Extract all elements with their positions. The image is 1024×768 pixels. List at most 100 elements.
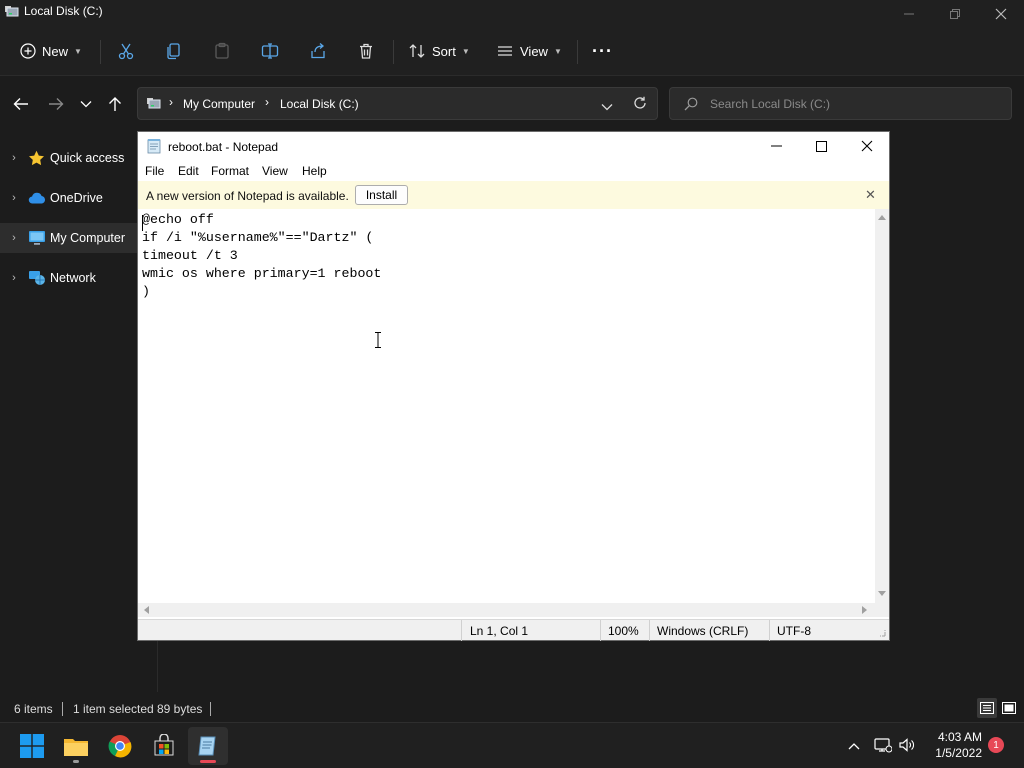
- breadcrumb-my-computer[interactable]: My Computer: [183, 97, 255, 111]
- sidebar-item-quick-access[interactable]: › Quick access: [0, 143, 157, 173]
- chevron-right-icon[interactable]: ›: [0, 192, 28, 204]
- more-options-button[interactable]: ···: [592, 36, 613, 66]
- chrome-icon: [108, 735, 132, 758]
- chevron-up-icon: [848, 743, 860, 750]
- share-icon: [311, 43, 325, 59]
- clipboard-icon: [215, 42, 229, 59]
- close-icon: [861, 140, 873, 152]
- notepad-title-bar: reboot.bat - Notepad: [138, 132, 889, 161]
- notepad-close-button[interactable]: [844, 132, 890, 160]
- scissors-icon: [118, 43, 134, 60]
- file-explorer-icon: [64, 739, 88, 756]
- windows-start-icon: [20, 734, 44, 758]
- sort-button[interactable]: Sort ▼: [408, 36, 470, 66]
- horizontal-scrollbar[interactable]: [138, 603, 875, 617]
- new-button[interactable]: New ▼: [20, 36, 82, 66]
- volume-icon[interactable]: [898, 737, 916, 756]
- notification-badge[interactable]: 1: [988, 737, 1004, 753]
- notepad-title: reboot.bat - Notepad: [168, 140, 279, 154]
- network-status-icon[interactable]: [874, 737, 893, 756]
- sidebar-item-label: Network: [50, 271, 96, 285]
- new-button-label: New: [42, 43, 69, 59]
- notepad-minimize-button[interactable]: [753, 132, 799, 160]
- chevron-right-icon[interactable]: ›: [0, 152, 28, 164]
- scrollbar-corner: [875, 603, 889, 617]
- search-box[interactable]: [669, 87, 1012, 120]
- sidebar-item-my-computer[interactable]: › My Computer: [0, 223, 157, 253]
- zoom-level: 100%: [608, 624, 639, 638]
- tiles-view-icon: [1002, 702, 1016, 714]
- taskbar-store[interactable]: [144, 727, 184, 765]
- share-button[interactable]: [309, 36, 327, 66]
- address-row: › My Computer › Local Disk (C:): [0, 76, 1024, 132]
- copy-button[interactable]: [165, 36, 183, 66]
- selection-size: 89 bytes: [157, 702, 203, 716]
- delete-button[interactable]: [357, 36, 375, 66]
- install-button[interactable]: Install: [355, 185, 408, 205]
- details-view-icon: [980, 702, 994, 714]
- minimize-icon: [770, 145, 782, 147]
- status-divider: [769, 620, 770, 641]
- menu-help[interactable]: Help: [302, 164, 327, 178]
- search-input[interactable]: [710, 96, 1000, 112]
- chevron-right-icon[interactable]: ›: [0, 232, 28, 244]
- address-dropdown-icon[interactable]: [601, 100, 613, 114]
- sidebar-item-label: Quick access: [50, 151, 125, 165]
- menu-view[interactable]: View: [262, 164, 288, 178]
- text-editor-area[interactable]: @echo off if /i "%username%"=="Dartz" ( …: [138, 209, 875, 603]
- drive-icon: [4, 4, 20, 21]
- code-line: wmic os where primary=1 reboot: [142, 266, 382, 281]
- search-icon: [684, 97, 698, 114]
- notepad-menu-bar: File Edit Format View Help: [138, 161, 889, 181]
- chevron-right-icon[interactable]: ›: [0, 272, 28, 284]
- scroll-up-icon[interactable]: [878, 214, 886, 220]
- refresh-icon[interactable]: [633, 96, 647, 113]
- sidebar-item-network[interactable]: › Network: [0, 263, 157, 293]
- chevron-down-icon: [80, 101, 92, 108]
- paste-button[interactable]: [213, 36, 231, 66]
- dismiss-info-bar-icon[interactable]: ✕: [865, 187, 876, 203]
- breadcrumb-local-disk[interactable]: Local Disk (C:): [280, 97, 359, 111]
- tiles-view-button[interactable]: [999, 698, 1019, 718]
- start-button[interactable]: [12, 727, 52, 765]
- maximize-icon: [815, 140, 827, 152]
- scroll-down-icon[interactable]: [878, 591, 886, 597]
- forward-button[interactable]: [44, 94, 68, 114]
- notepad-window: reboot.bat - Notepad File Edit Format Vi…: [137, 131, 890, 641]
- resize-grip-icon[interactable]: [876, 626, 886, 640]
- cloud-icon: [28, 188, 50, 208]
- cut-button[interactable]: [117, 36, 135, 66]
- explorer-close-button[interactable]: [978, 0, 1024, 28]
- item-count: 6 items: [14, 702, 53, 716]
- up-button[interactable]: [103, 94, 127, 114]
- menu-format[interactable]: Format: [211, 164, 249, 178]
- taskbar-file-explorer[interactable]: [56, 727, 96, 765]
- back-button[interactable]: [9, 94, 33, 114]
- recent-locations-button[interactable]: [74, 94, 98, 114]
- details-view-button[interactable]: [977, 698, 997, 718]
- status-divider: [600, 620, 601, 641]
- explorer-minimize-button[interactable]: [886, 0, 932, 28]
- selection-count: 1 item selected: [73, 702, 154, 716]
- show-hidden-icons-button[interactable]: [848, 739, 860, 753]
- taskbar-notepad[interactable]: [188, 727, 228, 765]
- breadcrumb-separator-icon: ›: [169, 95, 173, 109]
- view-button[interactable]: View ▼: [496, 36, 562, 66]
- chevron-down-icon: ▼: [553, 46, 562, 56]
- explorer-title: Local Disk (C:): [24, 4, 103, 18]
- address-bar[interactable]: › My Computer › Local Disk (C:): [137, 87, 658, 120]
- taskbar-chrome[interactable]: [100, 727, 140, 765]
- sidebar-item-onedrive[interactable]: › OneDrive: [0, 183, 157, 213]
- vertical-scrollbar[interactable]: [875, 209, 889, 603]
- explorer-restore-button[interactable]: [932, 0, 978, 28]
- taskbar-clock[interactable]: 4:03 AM 1/5/2022: [920, 729, 982, 761]
- scroll-right-icon[interactable]: [862, 606, 868, 614]
- arrow-up-icon: [109, 97, 121, 111]
- notepad-maximize-button[interactable]: [798, 132, 844, 160]
- clock-time: 4:03 AM: [937, 730, 982, 744]
- line-ending: Windows (CRLF): [657, 624, 749, 638]
- rename-button[interactable]: [261, 36, 279, 66]
- menu-file[interactable]: File: [145, 164, 164, 178]
- menu-edit[interactable]: Edit: [178, 164, 199, 178]
- scroll-left-icon[interactable]: [143, 606, 149, 614]
